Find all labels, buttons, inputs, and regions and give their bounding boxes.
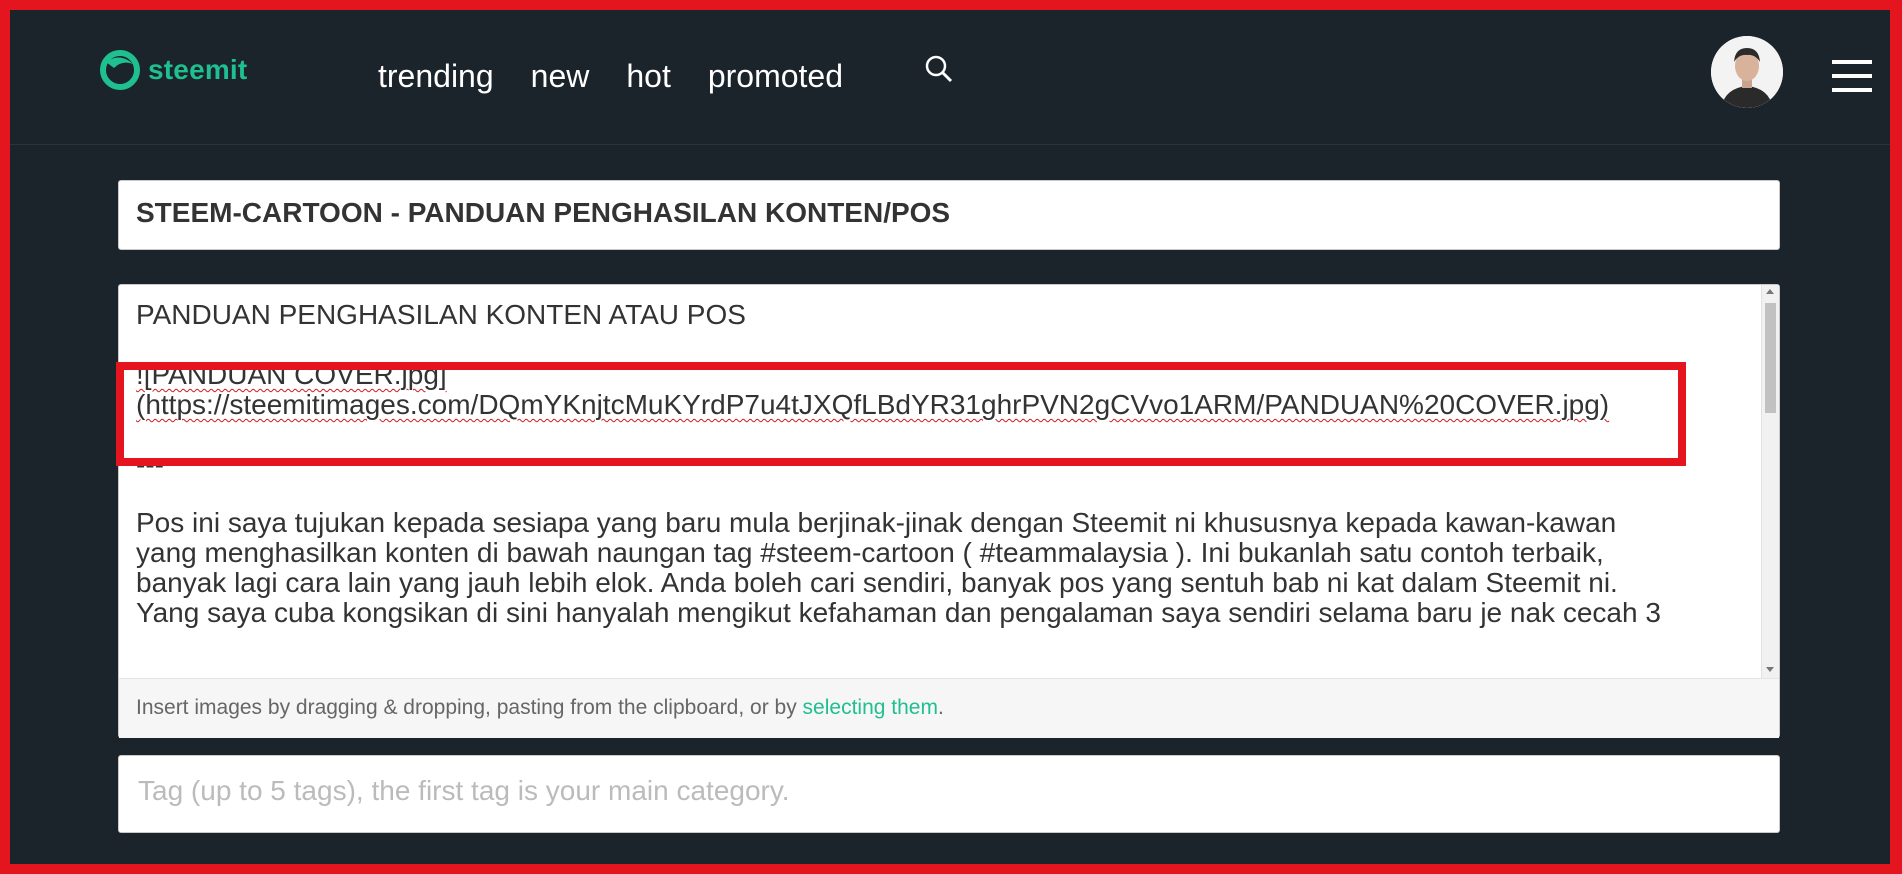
page: steemit trending new hot promoted STEEM-… bbox=[10, 10, 1890, 864]
nav-new[interactable]: new bbox=[531, 50, 590, 102]
body-line: PANDUAN PENGHASILAN KONTEN ATAU POS bbox=[136, 299, 746, 330]
hamburger-menu-icon[interactable] bbox=[1832, 60, 1872, 102]
top-header: steemit trending new hot promoted bbox=[10, 10, 1890, 145]
body-line: Yang saya cuba kongsikan di sini hanyala… bbox=[136, 597, 1661, 628]
tags-field[interactable] bbox=[118, 755, 1780, 833]
editor-scrollbar[interactable] bbox=[1761, 285, 1779, 678]
upload-hint-end: . bbox=[937, 696, 944, 719]
user-avatar[interactable] bbox=[1711, 36, 1783, 108]
search-icon[interactable] bbox=[924, 54, 954, 89]
post-title-field[interactable]: STEEM-CARTOON - PANDUAN PENGHASILAN KONT… bbox=[118, 180, 1780, 250]
post-body-textarea[interactable]: PANDUAN PENGHASILAN KONTEN ATAU POS ![PA… bbox=[119, 285, 1764, 678]
upload-hint-text: Insert images by dragging & dropping, pa… bbox=[136, 696, 944, 720]
main-nav: trending new hot promoted bbox=[378, 50, 880, 102]
body-line-separator: --- bbox=[136, 449, 164, 480]
body-line: banyak lagi cara lain yang jauh lebih el… bbox=[136, 567, 1618, 598]
image-upload-hint: Insert images by dragging & dropping, pa… bbox=[119, 678, 1779, 738]
upload-hint-label: Insert images by dragging & dropping, pa… bbox=[136, 696, 803, 719]
steemit-logo-icon bbox=[100, 50, 140, 90]
body-line: Pos ini saya tujukan kepada sesiapa yang… bbox=[136, 507, 1617, 538]
steemit-logo[interactable]: steemit bbox=[100, 50, 247, 90]
post-body-editor[interactable]: PANDUAN PENGHASILAN KONTEN ATAU POS ![PA… bbox=[118, 284, 1780, 738]
logo-text: steemit bbox=[148, 54, 248, 85]
scroll-down-arrow-icon[interactable] bbox=[1766, 667, 1774, 672]
nav-hot[interactable]: hot bbox=[626, 50, 670, 102]
scroll-up-arrow-icon[interactable] bbox=[1766, 289, 1774, 294]
nav-trending[interactable]: trending bbox=[378, 50, 494, 102]
tags-input[interactable] bbox=[136, 774, 1740, 808]
body-line: yang menghasilkan konten di bawah naunga… bbox=[136, 537, 1604, 568]
nav-promoted[interactable]: promoted bbox=[708, 50, 843, 102]
body-line-image-alt: ![PANDUAN COVER.jpg] bbox=[136, 359, 447, 390]
selecting-them-link[interactable]: selecting them bbox=[803, 696, 938, 719]
body-line-image-url: (https://steemitimages.com/DQmYKnjtcMuKY… bbox=[136, 389, 1610, 420]
post-title-text: STEEM-CARTOON - PANDUAN PENGHASILAN KONT… bbox=[136, 197, 951, 228]
scrollbar-thumb[interactable] bbox=[1765, 303, 1776, 413]
